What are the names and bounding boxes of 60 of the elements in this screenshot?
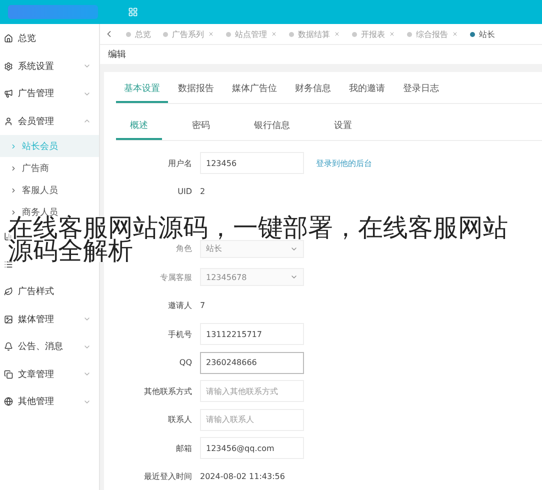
tab[interactable]: 财务信息 xyxy=(287,76,339,103)
chevron-icon xyxy=(10,164,17,172)
field-label: 用户名 xyxy=(167,158,192,169)
field-value: 2 xyxy=(200,187,206,196)
tab[interactable]: 我的邀请 xyxy=(341,76,393,103)
sidebar-item[interactable]: 系统设置 xyxy=(18,60,78,73)
input-field[interactable]: 请输入其他联系方式 xyxy=(200,380,304,402)
megaphone-icon xyxy=(4,89,13,98)
chevron-icon xyxy=(10,208,17,216)
input-field[interactable]: 13112215717 xyxy=(200,323,304,346)
page-tab[interactable]: 站长 xyxy=(470,28,495,40)
field-label: 角色 xyxy=(175,243,192,254)
field-label: QQ xyxy=(178,358,192,368)
sidebar-item[interactable]: 广告管理 xyxy=(18,87,78,100)
field-label: 联系人 xyxy=(167,414,192,426)
sidebar-item[interactable]: 媒体管理 xyxy=(18,312,78,326)
settings-icon xyxy=(4,62,13,71)
sub-tab[interactable]: 设置 xyxy=(320,113,366,140)
field-label: 邮箱 xyxy=(175,442,192,454)
sidebar-item[interactable]: 广告样式 xyxy=(18,285,91,298)
menu-icon[interactable] xyxy=(128,7,138,17)
sub-tab[interactable]: 密码 xyxy=(178,113,224,140)
page-title: 编辑 xyxy=(100,45,542,64)
field-label: 专属客服 xyxy=(159,272,192,283)
tab[interactable]: 媒体广告位 xyxy=(224,76,285,103)
close-icon[interactable] xyxy=(389,31,395,37)
close-icon[interactable] xyxy=(452,31,458,37)
globe-icon xyxy=(4,397,13,406)
chevron-icon xyxy=(10,186,17,194)
tab[interactable]: 数据报告 xyxy=(170,76,222,103)
home-icon xyxy=(4,34,13,44)
field-label: UID xyxy=(176,187,192,196)
field-label: 手机号 xyxy=(167,328,192,340)
bell-icon xyxy=(4,342,13,352)
field-label: 最近登入时间 xyxy=(143,471,192,482)
sidebar-item[interactable]: 其他管理 xyxy=(18,395,78,408)
sidebar-item[interactable]: 公告、消息 xyxy=(18,340,78,354)
input-field[interactable]: 请输入联系人 xyxy=(200,408,304,431)
input-field[interactable]: 123456 xyxy=(200,152,304,174)
field-value: 2024-08-02 11:43:56 xyxy=(200,472,285,482)
sidebar-item[interactable]: 会员管理 xyxy=(18,114,78,128)
sidebar-item[interactable]: 总览 xyxy=(18,32,91,46)
image-icon xyxy=(4,314,13,324)
input-field[interactable]: 2360248666 xyxy=(200,352,304,374)
person-icon xyxy=(4,116,13,126)
chevron-icon xyxy=(10,142,17,150)
copy-icon xyxy=(4,370,13,379)
close-icon[interactable] xyxy=(271,31,277,37)
sidebar-item[interactable]: 文章管理 xyxy=(18,368,78,381)
overlay-caption: 源码全解析 xyxy=(8,239,133,262)
field-value: 7 xyxy=(200,301,206,310)
input-field[interactable]: 123456@qq.com xyxy=(200,437,304,460)
leaf-icon xyxy=(4,287,13,296)
field-label: 其他联系方式 xyxy=(143,386,192,397)
close-icon[interactable] xyxy=(208,31,214,37)
sub-tab[interactable]: 银行信息 xyxy=(240,113,304,140)
field-label: 邀请人 xyxy=(167,300,192,312)
tab[interactable]: 登录日志 xyxy=(395,76,447,103)
close-icon[interactable] xyxy=(334,31,340,37)
overlay-caption: 在线客服网站源码，一键部署，在线客服网站 xyxy=(8,216,508,239)
